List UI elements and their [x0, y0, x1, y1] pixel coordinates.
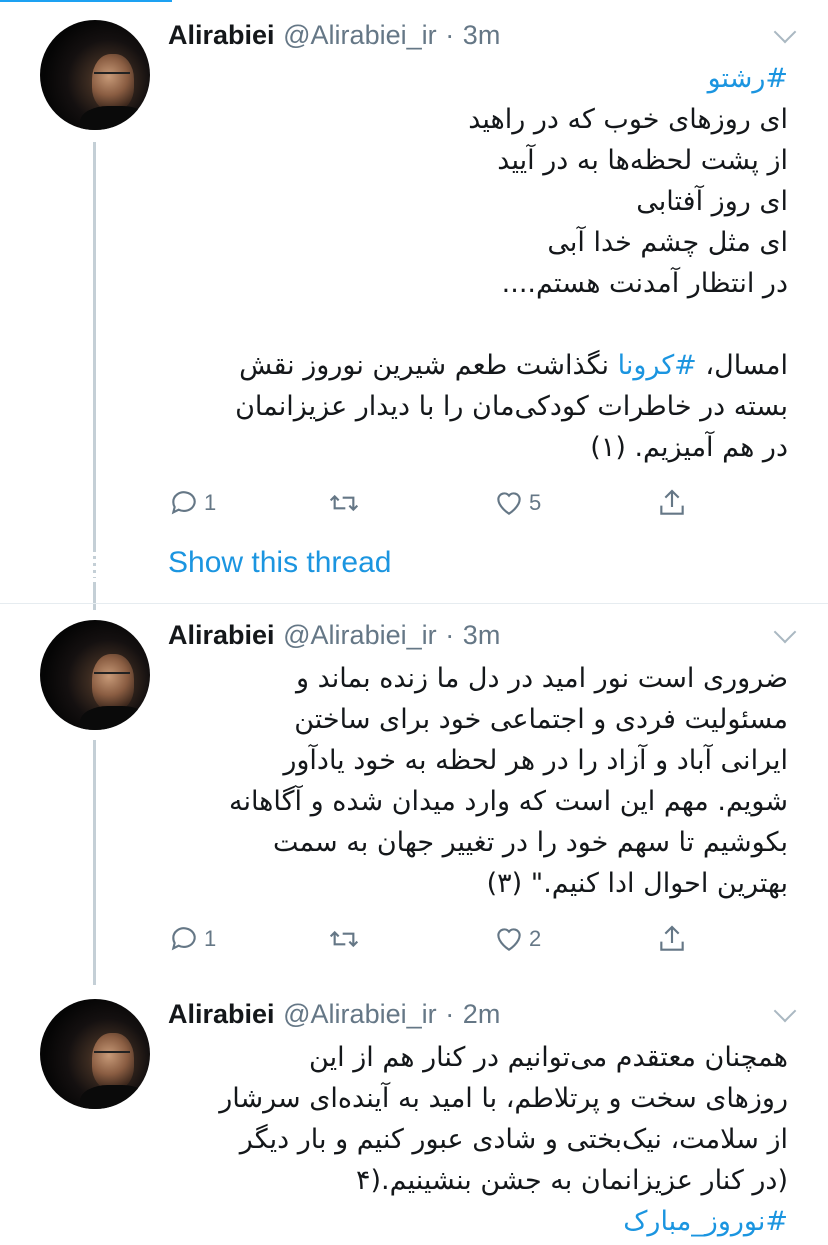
text-line: ای روز آفتابی — [636, 186, 788, 217]
text-line: ضروری است نور امید در دل ما زنده بماند و — [295, 663, 788, 694]
tweet-header: Alirabiei @Alirabiei_ir · 3m — [168, 615, 788, 655]
share-button[interactable] — [656, 919, 688, 959]
tweet-header: Alirabiei @Alirabiei_ir · 2m — [168, 994, 788, 1034]
tweet-actions: 1 5 — [168, 483, 728, 523]
reply-icon — [171, 927, 196, 951]
text-line: روزهای سخت و پرتلاطم، با امید به آینده‌ا… — [219, 1083, 788, 1114]
text-line: بسته در خاطرات کودکی‌مان را با دیدار عزی… — [235, 391, 788, 422]
retweet-icon — [329, 494, 359, 512]
text-line: در انتظار آمدنت هستم.... — [501, 268, 788, 299]
text-line: ایرانی آباد و آزاد را در هر لحظه به خود … — [283, 745, 788, 776]
text-line: ای مثل چشم خدا آبی — [547, 227, 788, 258]
text-line: شویم. مهم این است که وارد میدان شده و آگ… — [228, 786, 788, 817]
like-button[interactable]: 2 — [493, 919, 541, 959]
text-line: بهترین احوال ادا کنیم." (۳) — [486, 868, 788, 899]
reply-button[interactable]: 1 — [168, 483, 216, 523]
hashtag-link[interactable]: #رشتو — [168, 58, 788, 99]
author-handle[interactable]: @Alirabiei_ir — [283, 999, 436, 1029]
text-line: ای روزهای خوب که در راهید — [468, 104, 788, 135]
text-fragment: نگذاشت طعم شیرین نوروز نقش — [239, 350, 618, 381]
retweet-icon — [329, 930, 359, 948]
author-handle[interactable]: @Alirabiei_ir — [283, 20, 436, 50]
author-name[interactable]: Alirabiei — [168, 20, 275, 50]
tweet-actions: 1 2 — [168, 919, 728, 959]
heart-icon — [497, 492, 521, 515]
retweet-button[interactable] — [328, 919, 364, 959]
retweet-button[interactable] — [328, 483, 364, 523]
avatar[interactable] — [40, 620, 150, 730]
tweet-text: ضروری است نور امید در دل ما زنده بماند و… — [168, 658, 788, 904]
tweet-text: همچنان معتقدم می‌توانیم در کنار هم از ای… — [168, 1037, 788, 1242]
reply-count: 1 — [204, 490, 217, 515]
avatar[interactable] — [40, 20, 150, 130]
separator-dot: · — [445, 20, 455, 50]
separator-dot: · — [445, 999, 455, 1029]
share-icon — [660, 489, 684, 515]
timestamp[interactable]: 3m — [463, 620, 501, 650]
text-line-with-hashtag: امسال، #کرونا نگذاشت طعم شیرین نوروز نقش — [168, 345, 788, 386]
like-button[interactable]: 5 — [493, 483, 541, 523]
text-line: همچنان معتقدم می‌توانیم در کنار هم از ای… — [309, 1042, 788, 1073]
tweet[interactable]: Alirabiei @Alirabiei_ir · 3m #رشتو ای رو… — [0, 0, 828, 600]
text-line: بکوشیم تا سهم خود را در تغییر جهان به سم… — [272, 827, 788, 858]
tweet-header: Alirabiei @Alirabiei_ir · 3m — [168, 15, 788, 55]
tweet-text: #رشتو ای روزهای خوب که در راهید از پشت ل… — [168, 58, 788, 468]
text-line: از سلامت، نیک‌بختی و شادی عبور کنیم و با… — [239, 1124, 788, 1155]
separator-dot: · — [445, 620, 455, 650]
timestamp[interactable]: 2m — [463, 999, 501, 1029]
author-handle[interactable]: @Alirabiei_ir — [283, 620, 436, 650]
reply-button[interactable]: 1 — [168, 919, 216, 959]
text-fragment: امسال، — [696, 350, 788, 381]
hashtag-link[interactable]: #کرونا — [618, 350, 697, 381]
like-count: 5 — [529, 490, 542, 515]
reply-icon — [171, 491, 196, 515]
heart-icon — [497, 928, 521, 951]
reply-count: 1 — [204, 926, 217, 951]
author-name[interactable]: Alirabiei — [168, 620, 275, 650]
text-line: مسئولیت فردی و اجتماعی خود برای ساختن — [294, 704, 788, 735]
like-count: 2 — [529, 926, 542, 951]
hashtag-link[interactable]: #نوروز_مبارک — [168, 1201, 788, 1242]
tweet[interactable]: Alirabiei @Alirabiei_ir · 3m ضروری است ن… — [0, 604, 828, 980]
text-line: از پشت لحظه‌ها به در آیید — [497, 145, 788, 176]
timestamp[interactable]: 3m — [463, 20, 501, 50]
tweet[interactable]: Alirabiei @Alirabiei_ir · 2m همچنان معتق… — [0, 983, 828, 1245]
text-line: در هم آمیزیم. (۱) — [590, 432, 788, 463]
share-button[interactable] — [656, 483, 688, 523]
share-icon — [660, 925, 684, 951]
text-line: (در کنار عزیزانمان به جشن بنشینیم.(۴ — [356, 1165, 788, 1196]
author-name[interactable]: Alirabiei — [168, 999, 275, 1029]
avatar[interactable] — [40, 999, 150, 1109]
show-thread-link[interactable]: Show this thread — [168, 546, 391, 580]
